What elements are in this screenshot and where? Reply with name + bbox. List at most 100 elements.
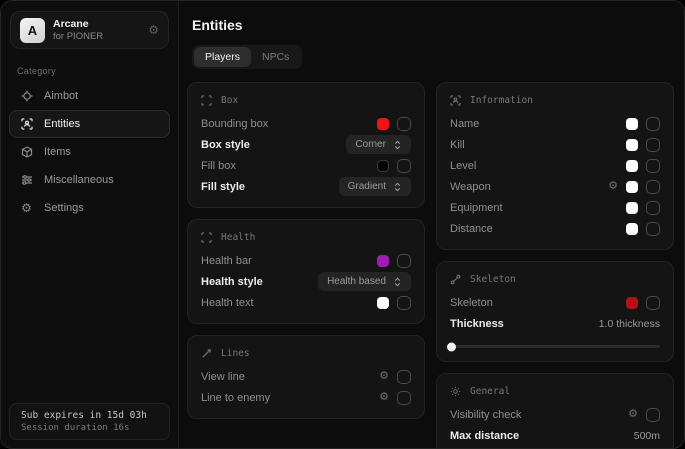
panel-title: Skeleton <box>470 274 516 285</box>
panel-title: Box <box>221 95 238 106</box>
setting-row: Max distance 500m <box>450 425 660 446</box>
sidebar-item-miscellaneous[interactable]: Miscellaneous <box>9 166 170 194</box>
setting-row: Level <box>450 155 660 176</box>
panel-title: Lines <box>221 348 250 359</box>
chevron-up-down-icon <box>393 277 402 287</box>
gear-icon[interactable]: ⚙ <box>148 23 159 37</box>
checkbox[interactable] <box>646 201 660 215</box>
sidebar-item-aimbot[interactable]: Aimbot <box>9 82 170 110</box>
package-icon <box>20 146 33 158</box>
category-label: Category <box>17 66 178 76</box>
setting-label: Distance <box>450 223 493 235</box>
bone-icon <box>450 274 462 285</box>
setting-row: Visibility check ⚙ <box>450 404 660 425</box>
gear-icon[interactable]: ⚙ <box>608 181 618 192</box>
color-swatch[interactable] <box>626 160 638 172</box>
color-swatch[interactable] <box>377 118 389 130</box>
fill-style-dropdown[interactable]: Gradient <box>339 177 411 196</box>
checkbox[interactable] <box>646 138 660 152</box>
setting-row: View line ⚙ <box>201 366 411 387</box>
color-swatch[interactable] <box>377 160 389 172</box>
setting-row: Skeleton <box>450 292 660 313</box>
color-swatch[interactable] <box>626 202 638 214</box>
setting-label: Box style <box>201 139 250 151</box>
dropdown-value: Gradient <box>348 181 386 192</box>
setting-row: Health bar <box>201 250 411 271</box>
color-swatch[interactable] <box>377 297 389 309</box>
checkbox[interactable] <box>646 408 660 422</box>
health-style-dropdown[interactable]: Health based <box>318 272 411 291</box>
bounding-box-icon <box>201 232 213 243</box>
setting-row: Name <box>450 113 660 134</box>
checkbox[interactable] <box>397 370 411 384</box>
setting-label: Level <box>450 160 476 172</box>
setting-label: Health bar <box>201 255 252 267</box>
sliders-icon <box>20 174 33 186</box>
box-style-dropdown[interactable]: Corner <box>346 135 411 154</box>
setting-row: Line to enemy ⚙ <box>201 387 411 408</box>
page-title: Entities <box>192 17 674 33</box>
setting-row: Bounding box <box>201 113 411 134</box>
thickness-slider[interactable] <box>450 342 660 351</box>
tab-players[interactable]: Players <box>194 47 251 67</box>
setting-label: Thickness <box>450 318 504 330</box>
setting-label: Max distance <box>450 430 519 442</box>
sidebar: A Arcane for PIONER ⚙ Category Aimbot En… <box>1 1 179 448</box>
session-duration-text: Session duration 16s <box>21 423 158 433</box>
sidebar-item-entities[interactable]: Entities <box>9 110 170 138</box>
crosshair-icon <box>20 90 33 102</box>
setting-row: Equipment <box>450 197 660 218</box>
sidebar-item-items[interactable]: Items <box>9 138 170 166</box>
checkbox[interactable] <box>397 391 411 405</box>
setting-row: Distance <box>450 218 660 239</box>
sun-icon <box>450 386 462 397</box>
setting-row: Fill style Gradient <box>201 176 411 197</box>
color-swatch[interactable] <box>626 139 638 151</box>
checkbox[interactable] <box>646 296 660 310</box>
setting-row: Weapon ⚙ <box>450 176 660 197</box>
sidebar-item-settings[interactable]: ⚙ Settings <box>9 194 170 222</box>
setting-label: Health text <box>201 297 254 309</box>
gear-icon[interactable]: ⚙ <box>379 392 389 403</box>
setting-label: Fill style <box>201 181 245 193</box>
setting-label: Equipment <box>450 202 503 214</box>
chevron-up-down-icon <box>393 140 402 150</box>
information-panel: Information Name Kill <box>436 82 674 250</box>
panel-title: Information <box>470 95 533 106</box>
diagonal-line-icon <box>201 348 213 359</box>
color-swatch[interactable] <box>626 297 638 309</box>
sidebar-nav: Aimbot Entities Items Miscellaneous <box>1 82 178 222</box>
checkbox[interactable] <box>646 180 660 194</box>
color-swatch[interactable] <box>626 118 638 130</box>
sub-expiry-text: Sub expires in 15d 03h <box>21 410 158 421</box>
box-panel: Box Bounding box Box style Corner <box>187 82 425 208</box>
checkbox[interactable] <box>397 159 411 173</box>
sidebar-item-label: Settings <box>44 202 84 214</box>
color-swatch[interactable] <box>626 181 638 193</box>
health-panel: Health Health bar Health style Health ba… <box>187 219 425 324</box>
checkbox[interactable] <box>646 159 660 173</box>
setting-row: Fill box <box>201 155 411 176</box>
checkbox[interactable] <box>397 296 411 310</box>
scan-person-icon <box>20 118 33 130</box>
thickness-value: 1.0 thickness <box>599 318 660 330</box>
color-swatch[interactable] <box>626 223 638 235</box>
scan-person-icon <box>450 95 462 106</box>
checkbox[interactable] <box>646 117 660 131</box>
setting-label: Visibility check <box>450 409 521 421</box>
panel-title: Health <box>221 232 255 243</box>
chevron-up-down-icon <box>393 182 402 192</box>
setting-label: Kill <box>450 139 465 151</box>
checkbox[interactable] <box>397 254 411 268</box>
bounding-box-icon <box>201 95 213 106</box>
color-swatch[interactable] <box>377 255 389 267</box>
gear-icon[interactable]: ⚙ <box>379 371 389 382</box>
setting-row: Health text <box>201 292 411 313</box>
checkbox[interactable] <box>646 222 660 236</box>
app-logo: A <box>20 18 45 43</box>
slider-thumb[interactable] <box>447 342 456 351</box>
gear-icon[interactable]: ⚙ <box>628 409 638 420</box>
dropdown-value: Health based <box>327 276 386 287</box>
tab-npcs[interactable]: NPCs <box>251 47 300 67</box>
checkbox[interactable] <box>397 117 411 131</box>
